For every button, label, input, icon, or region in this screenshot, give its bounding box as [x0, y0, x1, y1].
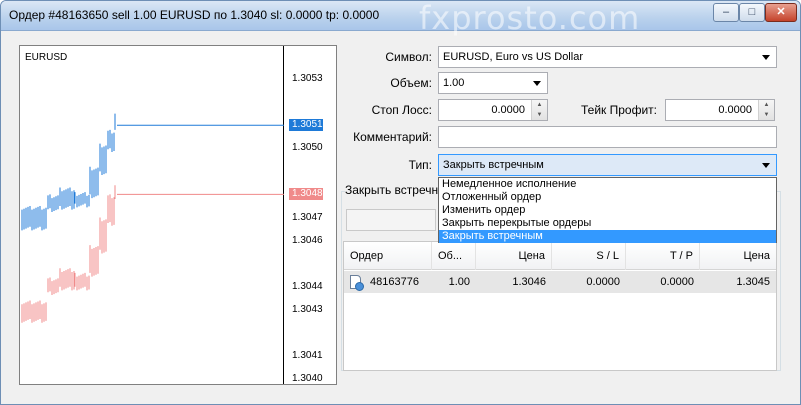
spin-up-icon[interactable]: ▲: [759, 100, 774, 110]
chevron-down-icon: [762, 55, 770, 60]
title-bar[interactable]: Ордер #48163650 sell 1.00 EURUSD по 1.30…: [1, 1, 800, 37]
type-option-instant[interactable]: Немедленное исполнение: [439, 178, 776, 191]
watermark: fxprosto.com: [419, 0, 641, 37]
cell-price: 1.3046: [512, 276, 546, 288]
price-axis-label: 1.3043: [292, 303, 323, 315]
cell-sl: 0.0000: [586, 276, 620, 288]
price-chart: EURUSD 1.30531.30511.30501.30481.30471.3…: [19, 45, 337, 385]
comment-input[interactable]: [438, 126, 777, 148]
cell-current-price: 1.3045: [736, 276, 770, 288]
volume-label: Объем:: [390, 76, 432, 90]
stoploss-label: Стоп Лосс:: [371, 103, 432, 117]
window-title: Ордер #48163650 sell 1.00 EURUSD по 1.30…: [9, 8, 380, 22]
price-axis-label: 1.3044: [292, 280, 323, 292]
takeprofit-spinner[interactable]: ▲ ▼: [758, 100, 774, 120]
column-header-order[interactable]: Ордер: [344, 242, 432, 270]
type-value: Закрыть встречным: [443, 159, 544, 171]
price-axis-label: 1.3050: [292, 142, 323, 154]
type-option-close-by[interactable]: Закрыть встречным: [439, 230, 776, 243]
symbol-select[interactable]: EURUSD, Euro vs US Dollar: [438, 46, 777, 68]
price-axis-label: 1.3040: [292, 373, 323, 384]
type-option-close-multiple[interactable]: Закрыть перекрытые ордеры: [439, 217, 776, 230]
stoploss-spinner[interactable]: ▲ ▼: [531, 100, 547, 120]
close-by-button[interactable]: [346, 209, 436, 231]
spin-down-icon[interactable]: ▼: [759, 110, 774, 120]
chevron-down-icon: [762, 163, 770, 168]
takeprofit-label: Тейк Профит:: [581, 103, 657, 117]
type-option-pending[interactable]: Отложенный ордер: [439, 191, 776, 204]
cell-tp: 0.0000: [660, 276, 694, 288]
symbol-label: Символ:: [385, 50, 432, 64]
maximize-button[interactable]: □: [739, 3, 765, 22]
order-window: Ордер #48163650 sell 1.00 EURUSD по 1.30…: [0, 0, 801, 405]
chart-ticks: [21, 113, 284, 323]
order-document-icon: [350, 275, 364, 291]
stoploss-value: 0.0000: [491, 104, 525, 116]
column-header-volume[interactable]: Об...: [432, 242, 476, 270]
cell-volume: 1.00: [448, 276, 470, 288]
cell-order: 48163776: [370, 276, 419, 288]
minimize-button[interactable]: ‒: [713, 3, 739, 22]
column-header-price[interactable]: Цена: [476, 242, 552, 270]
price-axis-label: 1.3041: [292, 349, 323, 361]
bid-price-tag: 1.3048: [289, 188, 323, 201]
volume-value: 1.00: [443, 77, 465, 89]
takeprofit-value: 0.0000: [718, 104, 752, 116]
column-header-current-price[interactable]: Цена: [700, 242, 776, 270]
table-header: Ордер Об... Цена S / L T / P Цена: [344, 242, 776, 270]
type-dropdown-list: Немедленное исполнение Отложенный ордер …: [438, 177, 777, 243]
spin-down-icon[interactable]: ▼: [532, 110, 547, 120]
orders-table: Ордер Об... Цена S / L T / P Цена 481637…: [343, 241, 777, 371]
close-button[interactable]: ✕: [765, 3, 797, 22]
price-axis-label: 1.3053: [292, 73, 323, 85]
symbol-value: EURUSD, Euro vs US Dollar: [443, 51, 583, 63]
ask-price-tag: 1.3051: [289, 119, 323, 132]
type-label: Тип:: [408, 158, 432, 172]
stoploss-input[interactable]: 0.0000 ▲ ▼: [438, 99, 548, 121]
comment-label: Комментарий:: [353, 130, 432, 144]
chevron-down-icon: [533, 81, 541, 86]
price-axis-label: 1.3046: [292, 234, 323, 246]
takeprofit-input[interactable]: 0.0000 ▲ ▼: [665, 99, 775, 121]
table-row[interactable]: 48163776 1.00 1.3046 0.0000 0.0000 1.304…: [344, 271, 776, 293]
column-header-tp[interactable]: T / P: [626, 242, 700, 270]
column-header-sl[interactable]: S / L: [552, 242, 626, 270]
type-select[interactable]: Закрыть встречным: [438, 154, 777, 176]
volume-select[interactable]: 1.00: [438, 72, 548, 94]
close-by-section-label: Закрыть встречн: [345, 183, 441, 197]
spin-up-icon[interactable]: ▲: [532, 100, 547, 110]
price-axis-label: 1.3047: [292, 211, 323, 223]
type-option-modify[interactable]: Изменить ордер: [439, 204, 776, 217]
